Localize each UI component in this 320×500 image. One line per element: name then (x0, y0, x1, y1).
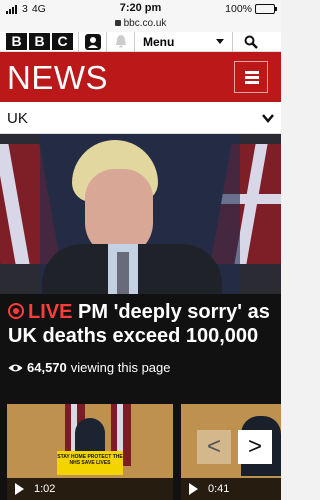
status-bar: 3 4G 7:20 pm 100% (0, 0, 281, 18)
news-title[interactable]: NEWS (7, 59, 108, 97)
play-icon (15, 483, 24, 495)
status-right: 100% (225, 3, 277, 15)
hamburger-menu-icon (245, 76, 259, 79)
news-menu-button[interactable] (234, 61, 268, 93)
search-button[interactable] (232, 31, 268, 52)
live-label: LIVE (28, 301, 73, 323)
chevron-down-icon (216, 38, 224, 44)
chevron-right-icon: > (247, 433, 262, 460)
play-icon (189, 483, 198, 495)
viewer-number: 64,570 (27, 360, 67, 375)
hamburger-menu-icon (245, 81, 259, 84)
live-indicator-icon (8, 303, 24, 319)
menu-label: Menu (143, 34, 175, 49)
live-headline[interactable]: LIVE PM 'deeply sorry' as UK deaths exce… (8, 300, 276, 348)
viewer-suffix: viewing this page (70, 360, 171, 375)
bbc-logo[interactable]: B B C (6, 33, 73, 50)
viewer-count: 64,570 viewing this page (8, 360, 171, 375)
battery-percent: 100% (225, 3, 252, 15)
chevron-down-icon (262, 114, 274, 123)
live-story-panel[interactable]: LIVE PM 'deeply sorry' as UK deaths exce… (0, 294, 281, 386)
search-icon (244, 35, 258, 49)
person-tie (117, 252, 129, 294)
carousel-next-button[interactable]: > (238, 430, 272, 464)
podium-text: STAY HOME PROTECT THE NHS SAVE LIVES (57, 454, 123, 466)
video-duration: 1:02 (34, 483, 56, 495)
menu-button[interactable]: Menu (134, 31, 232, 52)
hero-image[interactable] (0, 134, 281, 294)
chevron-left-icon: < (206, 433, 221, 460)
lock-icon (114, 20, 121, 26)
bbc-logo-letter: C (52, 33, 73, 50)
address-bar[interactable]: bbc.co.uk (0, 18, 281, 32)
account-button[interactable] (78, 31, 106, 52)
account-icon (84, 33, 101, 50)
eye-icon (8, 364, 23, 371)
video-play-bar[interactable]: 0:41 (181, 478, 281, 500)
carousel-prev-button[interactable]: < (197, 430, 231, 464)
bbc-logo-letter: B (29, 33, 50, 50)
video-card[interactable]: STAY HOME PROTECT THE NHS SAVE LIVES 1:0… (7, 404, 173, 500)
url-text: bbc.co.uk (123, 18, 167, 29)
bbc-header: B B C Menu (0, 31, 281, 52)
video-play-bar[interactable]: 1:02 (7, 478, 173, 500)
video-duration: 0:41 (208, 483, 230, 495)
battery-icon (255, 4, 277, 14)
podium: STAY HOME PROTECT THE NHS SAVE LIVES (57, 451, 123, 475)
notifications-button[interactable] (106, 31, 134, 52)
section-selector[interactable]: UK (0, 102, 281, 134)
notification-bell-icon (115, 35, 126, 48)
section-label: UK (7, 110, 28, 127)
bbc-logo-letter: B (6, 33, 27, 50)
hamburger-menu-icon (245, 71, 259, 74)
